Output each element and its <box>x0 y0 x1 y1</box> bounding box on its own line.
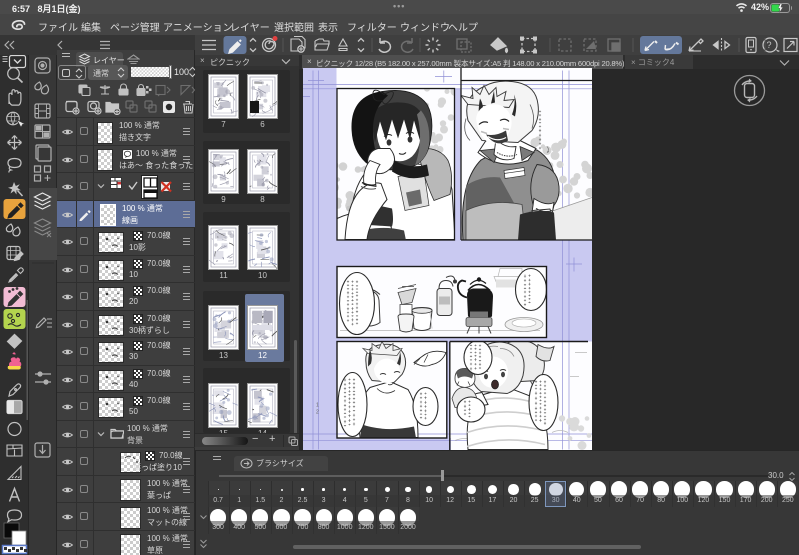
svg-text:?: ? <box>767 40 772 50</box>
svg-text:2: 2 <box>316 409 319 415</box>
svg-text:1: 1 <box>316 402 319 408</box>
